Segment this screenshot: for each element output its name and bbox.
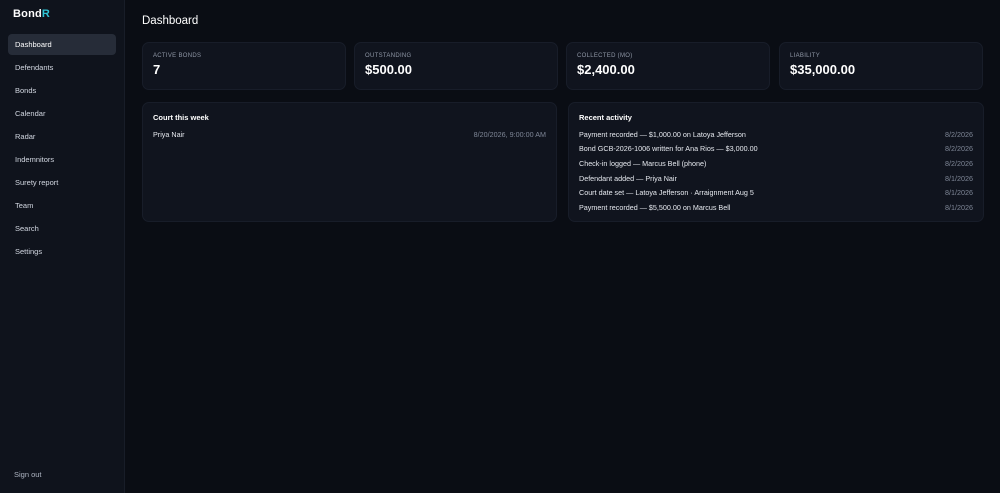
activity-date: 8/1/2026: [945, 188, 973, 198]
brand-name: Bond: [13, 8, 42, 20]
stat-value: 7: [153, 62, 161, 77]
activity-date: 8/1/2026: [945, 202, 973, 212]
sidebar-item-bonds[interactable]: Bonds: [8, 80, 116, 101]
activity-row: Bond GCB-2026-1006 written for Ana Rios …: [579, 142, 973, 157]
activity-text: Payment recorded — $5,500.00 on Marcus B…: [579, 202, 731, 212]
brand-logo[interactable]: BondR: [13, 8, 50, 20]
stat-value: $2,400.00: [577, 62, 635, 77]
activity-date: 8/2/2026: [945, 144, 973, 154]
sidebar-item-settings[interactable]: Settings: [8, 241, 116, 262]
stat-value: $35,000.00: [790, 62, 856, 77]
sidebar-item-indemnitors[interactable]: Indemnitors: [8, 149, 116, 170]
activity-text: Check-in logged — Marcus Bell (phone): [579, 158, 707, 168]
sidebar-item-calendar[interactable]: Calendar: [8, 103, 116, 124]
brand-accent: R: [41, 8, 51, 20]
activity-text: Defendant added — Priya Nair: [579, 173, 677, 183]
stat-label: OUTSTANDING: [365, 53, 412, 59]
page-title: Dashboard: [142, 15, 199, 27]
sidebar-item-defendants[interactable]: Defendants: [8, 57, 116, 78]
sidebar-nav: Dashboard Defendants Bonds Calendar Rada…: [8, 34, 116, 264]
activity-text: Bond GCB-2026-1006 written for Ana Rios …: [579, 144, 758, 154]
sidebar-item-team[interactable]: Team: [8, 195, 116, 216]
activity-text: Court date set — Latoya Jefferson · Arra…: [579, 188, 754, 198]
court-datetime: 8/20/2026, 9:00:00 AM: [473, 129, 546, 139]
sidebar-item-surety-report[interactable]: Surety report: [8, 172, 116, 193]
sidebar-item-radar[interactable]: Radar: [8, 126, 116, 147]
sidebar: BondR Dashboard Defendants Bonds Calenda…: [0, 0, 125, 493]
activity-date: 8/2/2026: [945, 129, 973, 139]
activity-row: Payment recorded — $5,500.00 on Marcus B…: [579, 200, 973, 215]
court-row[interactable]: Priya Nair 8/20/2026, 9:00:00 AM: [153, 127, 546, 142]
stat-value: $500.00: [365, 62, 412, 77]
stat-label: COLLECTED (MO): [577, 53, 633, 59]
panel-title: Recent activity: [579, 113, 632, 122]
stat-card-collected: COLLECTED (MO) $2,400.00: [566, 42, 770, 90]
main-content: Dashboard ACTIVE BONDS 7 OUTSTANDING $50…: [125, 0, 1000, 493]
stat-card-outstanding: OUTSTANDING $500.00: [354, 42, 558, 90]
stat-card-active-bonds: ACTIVE BONDS 7: [142, 42, 346, 90]
activity-row: Check-in logged — Marcus Bell (phone) 8/…: [579, 156, 973, 171]
sidebar-item-search[interactable]: Search: [8, 218, 116, 239]
stat-label: ACTIVE BONDS: [153, 53, 202, 59]
activity-text: Payment recorded — $1,000.00 on Latoya J…: [579, 129, 746, 139]
activity-row: Payment recorded — $1,000.00 on Latoya J…: [579, 127, 973, 142]
court-this-week-panel: Court this week Priya Nair 8/20/2026, 9:…: [142, 102, 557, 222]
defendant-name: Priya Nair: [153, 129, 185, 139]
activity-date: 8/1/2026: [945, 173, 973, 183]
app-shell: BondR Dashboard Defendants Bonds Calenda…: [0, 0, 1000, 493]
activity-row: Court date set — Latoya Jefferson · Arra…: [579, 185, 973, 200]
sidebar-item-dashboard[interactable]: Dashboard: [8, 34, 116, 55]
activity-date: 8/2/2026: [945, 158, 973, 168]
activity-row: Defendant added — Priya Nair 8/1/2026: [579, 171, 973, 186]
panel-title: Court this week: [153, 113, 209, 122]
recent-activity-panel: Recent activity Payment recorded — $1,00…: [568, 102, 984, 222]
stat-label: LIABILITY: [790, 53, 821, 59]
stat-card-liability: LIABILITY $35,000.00: [779, 42, 983, 90]
sign-out-link[interactable]: Sign out: [14, 470, 42, 479]
